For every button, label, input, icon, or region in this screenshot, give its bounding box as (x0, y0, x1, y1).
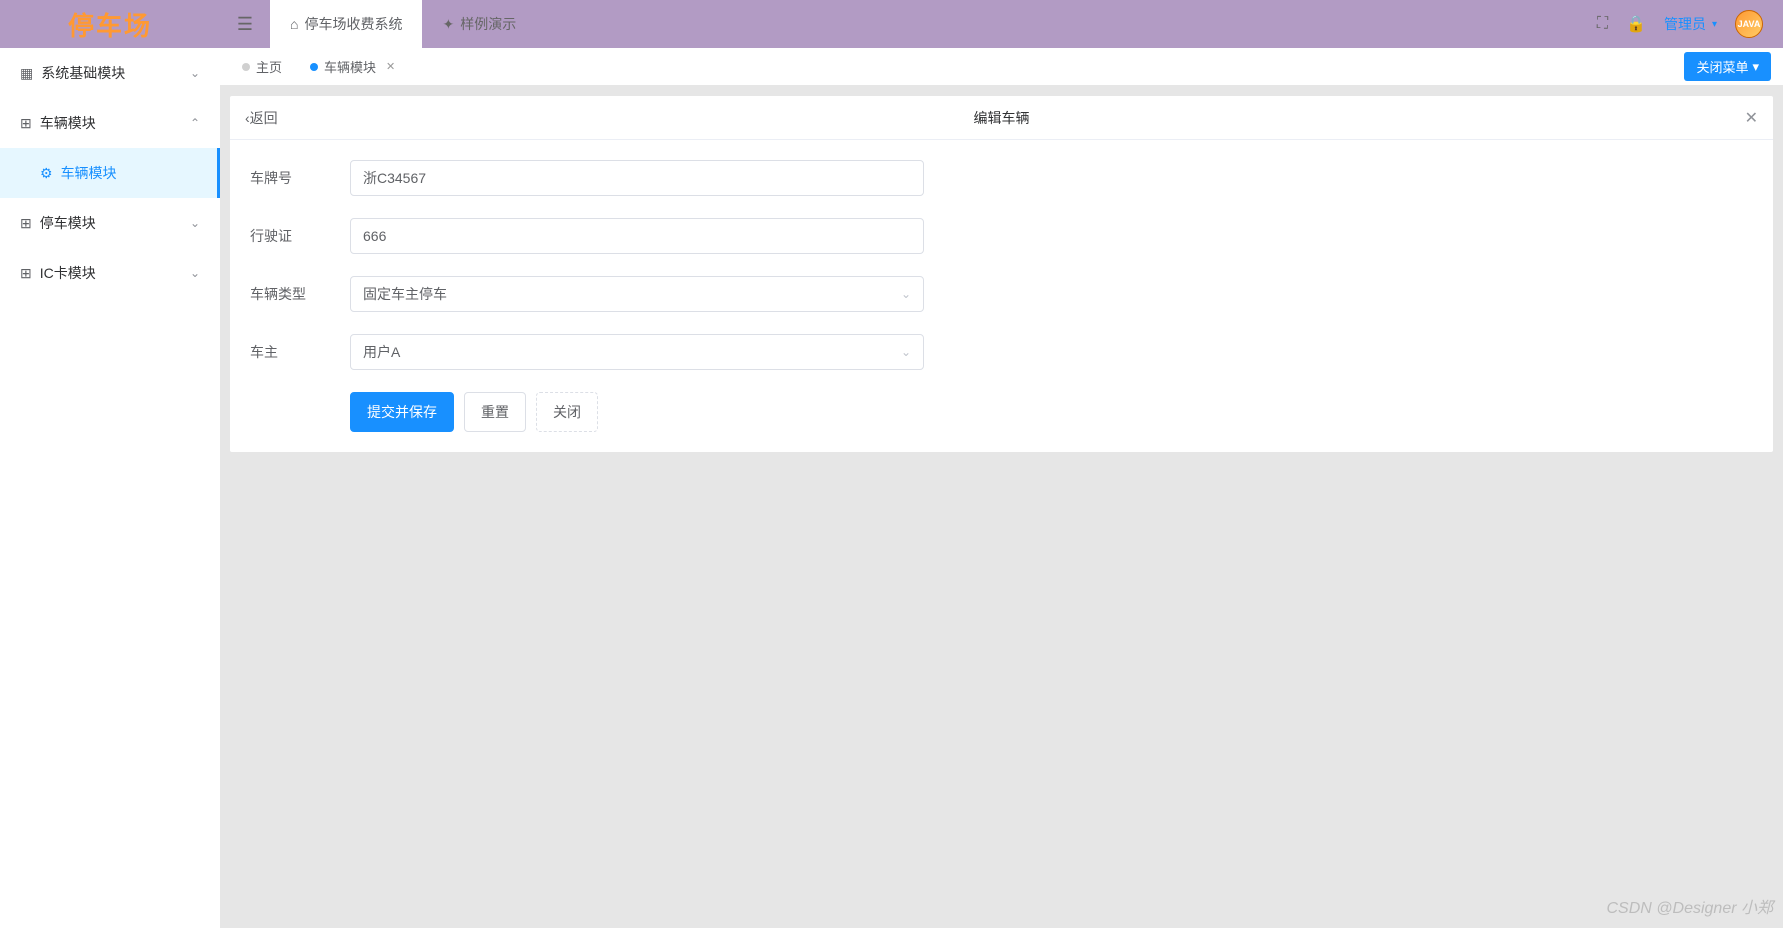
form-row-license: 行驶证 (250, 218, 1753, 254)
grid-icon: ▦ (20, 65, 33, 82)
sidebar-item-system[interactable]: ▦ 系统基础模块 ⌄ (0, 48, 220, 98)
logo-text: 停车场 (68, 6, 152, 43)
form-row-vehicle-type: 车辆类型 固定车主停车 ⌄ (250, 276, 1753, 312)
panel-header: ‹ 返回 编辑车辆 ✕ (230, 96, 1773, 140)
app-container: 停车场 ▦ 系统基础模块 ⌄ ⊞ 车辆模块 ⌃ ⚙ 车辆模块 (0, 0, 1783, 928)
home-icon: ⌂ (290, 16, 298, 32)
sidebar-subitem-vehicle[interactable]: ⚙ 车辆模块 (0, 148, 220, 198)
form-row-plate: 车牌号 (250, 160, 1753, 196)
grid-icon: ⊞ (20, 115, 32, 132)
content-panel: ‹ 返回 编辑车辆 ✕ 车牌号 行驶证 车辆 (230, 96, 1773, 452)
owner-label: 车主 (250, 342, 350, 362)
sidebar-item-parking[interactable]: ⊞ 停车模块 ⌄ (0, 198, 220, 248)
nav-tab-label: 样例演示 (460, 14, 516, 34)
sidebar-item-iccard[interactable]: ⊞ IC卡模块 ⌄ (0, 248, 220, 298)
tabs-row: 主页 车辆模块 ✕ 关闭菜单 ▾ (220, 48, 1783, 86)
sidebar-label: 停车模块 (40, 213, 96, 233)
grid-icon: ⊞ (20, 265, 32, 282)
close-menu-label: 关闭菜单 (1696, 57, 1748, 76)
close-icon[interactable]: ✕ (1745, 108, 1758, 128)
form-body: 车牌号 行驶证 车辆类型 固定车主停车 ⌄ (230, 140, 1773, 452)
chevron-down-icon: ⌄ (190, 266, 200, 280)
grid-icon: ⊞ (20, 215, 32, 232)
lock-icon[interactable]: 🔒 (1626, 14, 1646, 34)
chevron-down-icon: ⌄ (190, 216, 200, 230)
plate-label: 车牌号 (250, 168, 350, 188)
topbar: ☰ ⌂ 停车场收费系统 ✦ 样例演示 ⛶ 🔒 管理员 ▾ JAVA (220, 0, 1783, 48)
fullscreen-icon[interactable]: ⛶ (1597, 15, 1608, 33)
tabs-left: 主页 车辆模块 ✕ (232, 53, 405, 80)
avatar[interactable]: JAVA (1735, 10, 1763, 38)
content-wrapper: ‹ 返回 编辑车辆 ✕ 车牌号 行驶证 车辆 (220, 86, 1783, 928)
tab-vehicle[interactable]: 车辆模块 ✕ (300, 53, 405, 80)
back-label: 返回 (250, 108, 278, 128)
plate-input[interactable] (350, 160, 924, 196)
chevron-down-icon: ⌄ (190, 66, 200, 80)
owner-select[interactable]: 用户A ⌄ (350, 334, 924, 370)
caret-down-icon: ▾ (1752, 59, 1759, 75)
logo-area: 停车场 (0, 0, 220, 48)
nav-tab-label: 停车场收费系统 (304, 14, 402, 34)
sparkle-icon: ✦ (442, 16, 454, 33)
tab-indicator-icon (242, 63, 250, 71)
sidebar-menu: ▦ 系统基础模块 ⌄ ⊞ 车辆模块 ⌃ ⚙ 车辆模块 ⊞ 停车模块 (0, 48, 220, 928)
user-name: 管理员 (1664, 14, 1706, 34)
topbar-right: ⛶ 🔒 管理员 ▾ JAVA (1597, 10, 1763, 38)
close-menu-button[interactable]: 关闭菜单 ▾ (1684, 52, 1771, 81)
tab-label: 主页 (256, 57, 282, 76)
license-label: 行驶证 (250, 226, 350, 246)
reset-button[interactable]: 重置 (464, 392, 526, 432)
main-area: ☰ ⌂ 停车场收费系统 ✦ 样例演示 ⛶ 🔒 管理员 ▾ JAVA (220, 0, 1783, 928)
topbar-left: ☰ ⌂ 停车场收费系统 ✦ 样例演示 (220, 0, 536, 48)
chevron-down-icon: ⌄ (901, 345, 911, 359)
close-button[interactable]: 关闭 (536, 392, 598, 432)
hamburger-icon[interactable]: ☰ (220, 0, 270, 48)
caret-down-icon: ▾ (1712, 19, 1717, 30)
back-button[interactable]: ‹ 返回 (245, 108, 278, 128)
sidebar-item-vehicle[interactable]: ⊞ 车辆模块 ⌃ (0, 98, 220, 148)
submenu-label: 车辆模块 (61, 163, 117, 183)
user-dropdown[interactable]: 管理员 ▾ (1664, 14, 1717, 34)
sidebar: 停车场 ▦ 系统基础模块 ⌄ ⊞ 车辆模块 ⌃ ⚙ 车辆模块 (0, 0, 220, 928)
panel-title: 编辑车辆 (974, 108, 1030, 128)
form-row-owner: 车主 用户A ⌄ (250, 334, 1753, 370)
close-icon[interactable]: ✕ (386, 60, 395, 73)
tab-label: 车辆模块 (324, 57, 376, 76)
chevron-down-icon: ⌄ (901, 287, 911, 301)
sidebar-label: 车辆模块 (40, 113, 96, 133)
nav-tab-demo[interactable]: ✦ 样例演示 (422, 0, 536, 48)
vehicle-type-value: 固定车主停车 (363, 284, 447, 304)
tab-indicator-icon (310, 63, 318, 71)
vehicle-type-select[interactable]: 固定车主停车 ⌄ (350, 276, 924, 312)
submit-button[interactable]: 提交并保存 (350, 392, 454, 432)
gear-icon: ⚙ (40, 165, 53, 182)
tab-home[interactable]: 主页 (232, 53, 292, 80)
button-row: 提交并保存 重置 关闭 (350, 392, 1753, 432)
chevron-up-icon: ⌃ (190, 116, 200, 130)
license-input[interactable] (350, 218, 924, 254)
avatar-text: JAVA (1738, 19, 1761, 29)
sidebar-label: IC卡模块 (40, 263, 96, 283)
nav-tab-system[interactable]: ⌂ 停车场收费系统 (270, 0, 422, 48)
watermark: CSDN @Designer 小郑 (1606, 894, 1773, 918)
owner-value: 用户A (363, 342, 400, 362)
vehicle-type-label: 车辆类型 (250, 284, 350, 304)
sidebar-label: 系统基础模块 (41, 63, 125, 83)
